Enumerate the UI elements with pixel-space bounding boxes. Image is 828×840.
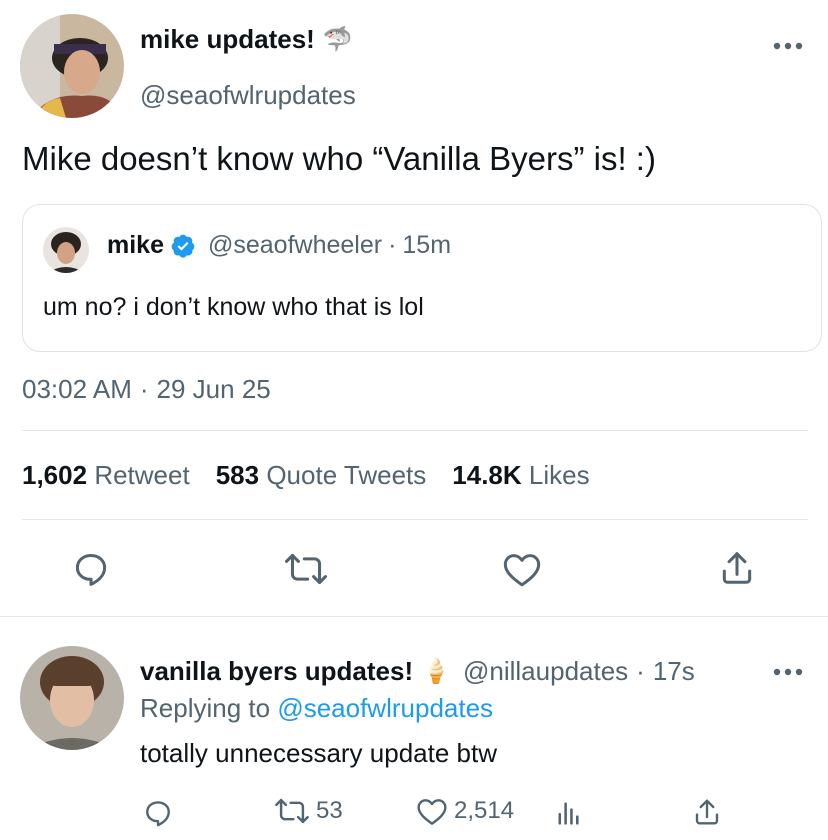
author-line: mike updates! 🦈	[140, 24, 353, 55]
replying-to-label: Replying to	[140, 693, 271, 723]
quoted-separator: ·	[388, 231, 397, 259]
reply-share-icon[interactable]	[690, 794, 724, 830]
retweets-label: Retweet	[94, 460, 190, 490]
likes-count: 14.8K	[452, 460, 522, 490]
reply-text: totally unnecessary update btw	[140, 738, 497, 768]
like-icon[interactable]	[500, 548, 544, 590]
quoted-author-line: mike @seaofwheeler · 15m	[107, 231, 451, 260]
reply-reply-icon[interactable]	[140, 796, 176, 830]
quotes-stat[interactable]: 583 Quote Tweets	[216, 460, 427, 491]
divider	[22, 519, 808, 520]
reply-author-name[interactable]: vanilla byers updates!	[140, 656, 413, 687]
reply-like-count: 2,514	[454, 797, 515, 824]
quoted-text: um no? i don’t know who that is lol	[43, 293, 424, 321]
replying-to-handle[interactable]: @seaofwlrupdates	[277, 693, 493, 723]
reply-time[interactable]: 17s	[653, 656, 695, 687]
reply-separator: ·	[636, 656, 645, 686]
replying-to: Replying to @seaofwlrupdates	[140, 693, 493, 724]
timestamp-separator: ·	[139, 374, 149, 404]
quotes-count: 583	[215, 460, 260, 490]
reply-handle[interactable]: @nillaupdates	[463, 656, 628, 687]
tweet-text: Mike doesn’t know who “Vanilla Byers” is…	[22, 140, 656, 177]
avatar[interactable]	[20, 14, 124, 118]
quotes-label: Quote Tweets	[266, 460, 427, 490]
reply-more-icon[interactable]	[768, 660, 808, 684]
tweet-stats: 1,602 Retweet 583 Quote Tweets 14.8K Lik…	[22, 460, 590, 491]
verified-badge-icon	[170, 233, 196, 259]
author-name[interactable]: mike updates!	[140, 24, 315, 55]
reply-icon[interactable]	[70, 548, 112, 590]
tweet-date[interactable]: 29 Jun 25	[157, 374, 271, 405]
likes-label: Likes	[528, 460, 590, 490]
analytics-icon[interactable]	[552, 796, 586, 830]
divider	[22, 430, 808, 431]
reply-like-button[interactable]: 2,514	[416, 796, 514, 826]
retweets-count: 1,602	[22, 460, 88, 490]
reply-avatar[interactable]	[20, 646, 124, 750]
quoted-tweet[interactable]: mike @seaofwheeler · 15m um no? i don’t …	[22, 204, 822, 352]
share-icon[interactable]	[716, 546, 758, 590]
quoted-author-name: mike	[107, 231, 164, 259]
retweets-stat[interactable]: 1,602 Retweet	[22, 460, 190, 491]
shark-emoji: 🦈	[322, 26, 353, 53]
quoted-handle: @seaofwheeler	[207, 231, 383, 259]
reply-retweet-icon	[274, 796, 310, 826]
more-icon[interactable]	[768, 34, 808, 58]
reply-retweet-button[interactable]: 53	[274, 796, 343, 826]
author-handle[interactable]: @seaofwlrupdates	[140, 80, 356, 111]
likes-stat[interactable]: 14.8K Likes	[452, 460, 589, 491]
quoted-time: 15m	[402, 231, 452, 259]
reply-retweet-count: 53	[316, 797, 343, 824]
reply-author-line: vanilla byers updates! 🍦 @nillaupdates ·…	[140, 656, 695, 687]
quoted-avatar	[43, 227, 89, 273]
reply-like-icon	[416, 796, 448, 826]
retweet-icon[interactable]	[282, 548, 330, 590]
ice-cream-emoji: 🍦	[421, 658, 451, 685]
tweet-time[interactable]: 03:02 AM	[22, 374, 132, 405]
section-divider	[0, 616, 828, 617]
timestamp: 03:02 AM · 29 Jun 25	[22, 374, 271, 405]
